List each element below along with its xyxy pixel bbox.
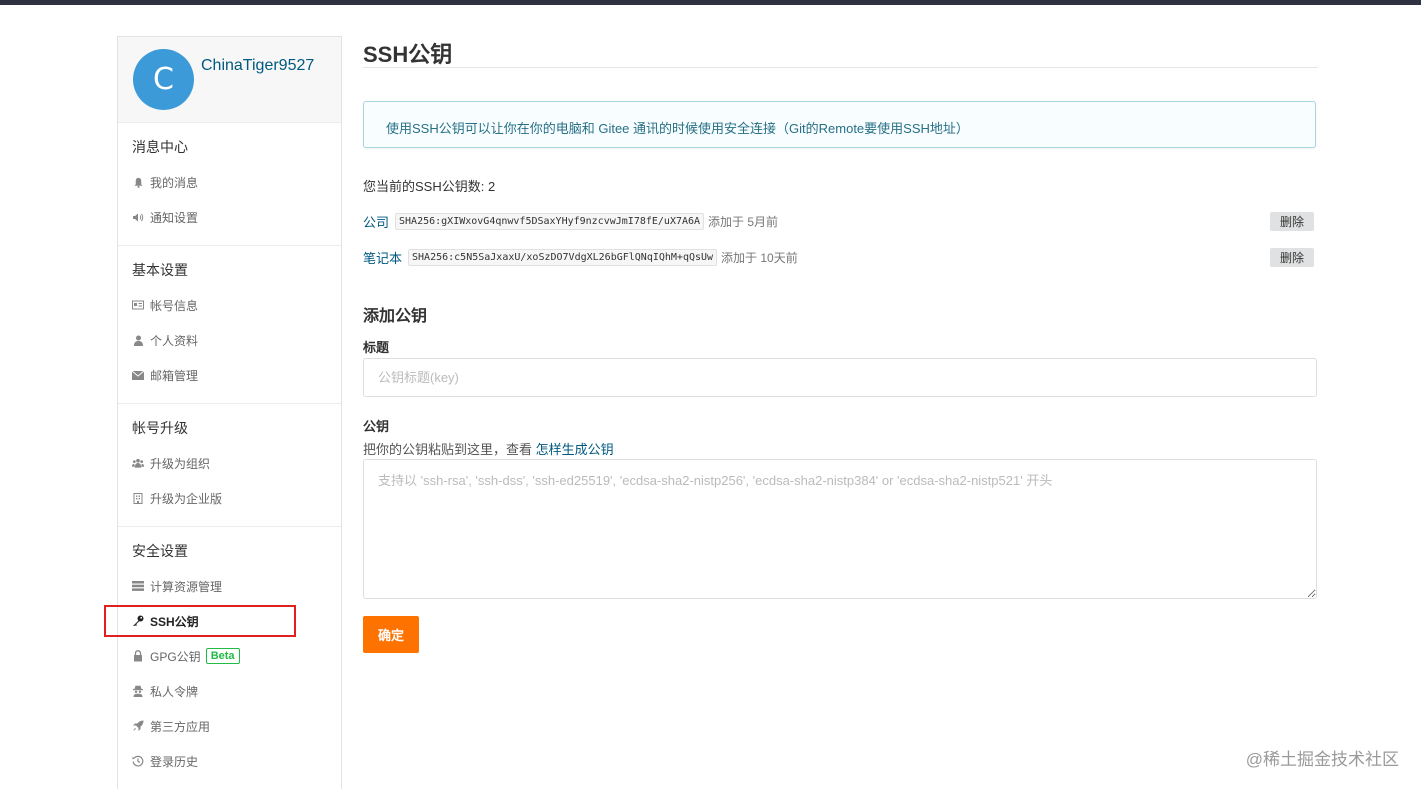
spy-icon [132, 685, 144, 697]
sidebar-item-label: 升级为企业版 [150, 491, 223, 506]
page-title: SSH公钥 [363, 42, 453, 67]
sidebar-item-account-info[interactable]: 帐号信息 [132, 296, 198, 314]
profile-card: C ChinaTiger9527 [118, 37, 341, 123]
submit-button[interactable]: 确定 [363, 616, 419, 653]
key-name: 公司 [363, 214, 390, 230]
info-message: 使用SSH公钥可以让你在你的电脑和 Gitee 通讯的时候使用安全连接（Git的… [363, 101, 1316, 148]
username-link[interactable]: ChinaTiger9527 [201, 57, 314, 75]
rocket-icon [132, 720, 144, 732]
id-card-icon [132, 299, 144, 311]
sidebar-item-label: 我的消息 [150, 175, 199, 190]
settings-sidebar: C ChinaTiger9527 消息中心 我的消息 通知设置 基本设置 帐号信… [117, 36, 342, 789]
sidebar-item-label: 通知设置 [150, 210, 199, 225]
how-to-generate-key-link[interactable]: 怎样生成公钥 [536, 442, 614, 457]
key-added-time: 添加于 5月前 [708, 214, 779, 229]
sidebar-item-label: 帐号信息 [150, 298, 199, 313]
key-name: 笔记本 [363, 250, 403, 266]
sidebar-item-gpg-keys[interactable]: GPG公钥 Beta [132, 647, 240, 665]
sidebar-item-upgrade-org[interactable]: 升级为组织 [132, 454, 210, 472]
delete-key-button[interactable]: 删除 [1270, 212, 1314, 231]
public-key-textarea[interactable] [363, 459, 1317, 599]
highlight-annotation-box [104, 605, 296, 637]
beta-badge: Beta [205, 648, 240, 664]
sidebar-item-third-party-apps[interactable]: 第三方应用 [132, 717, 210, 735]
ssh-key-row: 公司 SHA256:gXIWxovG4qnwvf5DSaxYHyf9nzcvwJ… [363, 211, 1316, 231]
ssh-key-row: 笔记本 SHA256:c5N5SaJxaxU/xoSzDO7VdgXL26bGF… [363, 247, 1316, 267]
sidebar-item-label: 邮箱管理 [150, 368, 199, 383]
key-fingerprint: SHA256:gXIWxovG4qnwvf5DSaxYHyf9nzcvwJmI7… [395, 212, 705, 230]
key-added-time: 添加于 10天前 [721, 250, 798, 265]
lock-icon [132, 650, 144, 662]
divider [363, 67, 1318, 68]
sidebar-item-label: 计算资源管理 [150, 579, 223, 594]
key-count: 您当前的SSH公钥数: 2 [363, 179, 496, 194]
volume-icon [132, 211, 144, 223]
sidebar-item-label: 登录历史 [150, 754, 199, 769]
section-title-basic: 基本设置 [132, 262, 188, 278]
sidebar-item-email[interactable]: 邮箱管理 [132, 366, 198, 384]
section-title-messages: 消息中心 [132, 139, 188, 155]
section-title-security: 安全设置 [132, 543, 188, 559]
sidebar-item-private-tokens[interactable]: 私人令牌 [132, 682, 198, 700]
key-fingerprint: SHA256:c5N5SaJxaxU/xoSzDO7VdgXL26bGFlQNq… [408, 248, 718, 266]
key-hint: 把你的公钥粘贴到这里，查看 怎样生成公钥 [363, 439, 614, 458]
sidebar-item-label: GPG公钥 [150, 649, 201, 664]
sidebar-item-label: 升级为组织 [150, 456, 211, 471]
section-title-upgrade: 帐号升级 [132, 420, 188, 436]
building-icon [132, 492, 144, 504]
user-icon [132, 334, 144, 346]
sidebar-item-label: 私人令牌 [150, 684, 199, 699]
sidebar-item-label: 个人资料 [150, 333, 199, 348]
key-title-input[interactable] [363, 358, 1317, 397]
key-hint-text: 把你的公钥粘贴到这里，查看 [363, 442, 536, 457]
title-label: 标题 [363, 340, 390, 355]
history-icon [132, 755, 144, 767]
sidebar-item-compute-resources[interactable]: 计算资源管理 [132, 577, 222, 595]
delete-key-button[interactable]: 删除 [1270, 248, 1314, 267]
divider [118, 245, 341, 246]
avatar[interactable]: C [133, 49, 194, 110]
divider [118, 403, 341, 404]
sidebar-item-notification-settings[interactable]: 通知设置 [132, 208, 198, 226]
sidebar-item-upgrade-enterprise[interactable]: 升级为企业版 [132, 489, 222, 507]
envelope-icon [132, 369, 144, 381]
bell-icon [132, 176, 144, 188]
sidebar-item-my-messages[interactable]: 我的消息 [132, 173, 198, 191]
sidebar-item-profile[interactable]: 个人资料 [132, 331, 198, 349]
add-key-heading: 添加公钥 [363, 308, 428, 325]
server-icon [132, 580, 144, 592]
sidebar-item-label: 第三方应用 [150, 719, 211, 734]
users-icon [132, 457, 144, 469]
key-label: 公钥 [363, 419, 390, 434]
main-content: SSH公钥 使用SSH公钥可以让你在你的电脑和 Gitee 通讯的时候使用安全连… [363, 0, 1318, 789]
sidebar-item-login-history[interactable]: 登录历史 [132, 752, 198, 770]
watermark: @稀土掘金技术社区 [1245, 750, 1399, 769]
divider [118, 526, 341, 527]
